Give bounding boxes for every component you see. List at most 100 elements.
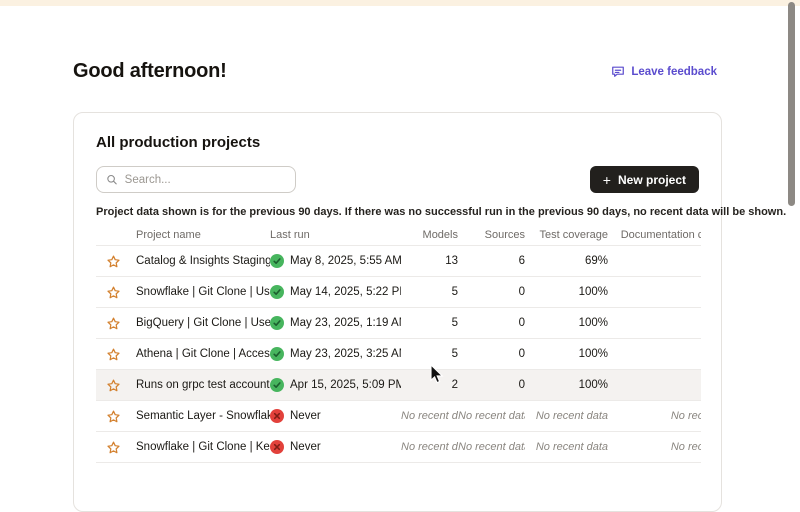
- environment-banner: [0, 0, 800, 6]
- project-name-cell: Snowflake | Git Clone | Use...: [136, 286, 270, 298]
- search-icon: [106, 173, 118, 186]
- plus-icon: +: [603, 173, 611, 187]
- header-sources: Sources: [458, 229, 525, 241]
- last-run-cell: May 23, 2025, 3:25 AM BST: [270, 347, 401, 361]
- toolbar: + New project: [96, 166, 699, 193]
- leave-feedback-link[interactable]: Leave feedback: [611, 65, 717, 79]
- models-cell: 5: [401, 286, 458, 298]
- sources-cell: 6: [458, 255, 525, 267]
- models-cell: No recent data: [401, 441, 458, 453]
- last-run-cell: May 14, 2025, 5:22 PM BST: [270, 285, 401, 299]
- sources-cell: 0: [458, 286, 525, 298]
- feedback-icon: [611, 65, 625, 79]
- project-name-cell: BigQuery | Git Clone | User...: [136, 317, 270, 329]
- last-run-text: May 23, 2025, 1:19 AM BST: [290, 317, 401, 329]
- models-cell: 13: [401, 255, 458, 267]
- project-name-link[interactable]: Semantic Layer - Snowflake: [136, 410, 270, 422]
- project-name-cell: Snowflake | Git Clone | Key...: [136, 441, 270, 453]
- new-project-label: New project: [618, 173, 686, 187]
- table-row[interactable]: Runs on grpc test account Apr 15, 2025, 5…: [96, 370, 701, 401]
- favorite-star-button[interactable]: [96, 316, 136, 331]
- test-coverage-cell: 100%: [525, 379, 608, 391]
- favorite-star-button[interactable]: [96, 378, 136, 393]
- star-icon: [106, 347, 121, 362]
- table-body: Catalog & Insights Staging... May 8, 2025…: [96, 246, 701, 463]
- projects-table: Project name Last run Models Sources Tes…: [96, 228, 701, 463]
- last-run-text: May 8, 2025, 5:55 AM BST: [290, 255, 401, 267]
- test-coverage-cell: No recent data: [525, 410, 608, 422]
- last-run-text: May 14, 2025, 5:22 PM BST: [290, 286, 401, 298]
- scrollbar-thumb[interactable]: [788, 2, 795, 206]
- last-run-cell: Never: [270, 440, 401, 454]
- star-icon: [106, 285, 121, 300]
- new-project-button[interactable]: + New project: [590, 166, 699, 193]
- table-row[interactable]: Athena | Git Clone | Acces... May 23, 202…: [96, 339, 701, 370]
- page-header: Good afternoon! Leave feedback: [73, 60, 717, 83]
- sources-cell: 0: [458, 379, 525, 391]
- page-title: Good afternoon!: [73, 60, 227, 83]
- last-run-text: Never: [290, 441, 321, 453]
- last-run-cell: Never: [270, 409, 401, 423]
- success-check-icon: [270, 347, 284, 361]
- models-cell: 5: [401, 317, 458, 329]
- last-run-cell: May 23, 2025, 1:19 AM BST: [270, 316, 401, 330]
- favorite-star-button[interactable]: [96, 347, 136, 362]
- table-row[interactable]: Catalog & Insights Staging... May 8, 2025…: [96, 246, 701, 277]
- error-x-icon: [270, 409, 284, 423]
- favorite-star-button[interactable]: [96, 254, 136, 269]
- last-run-text: May 23, 2025, 3:25 AM BST: [290, 348, 401, 360]
- project-name-link[interactable]: Snowflake | Git Clone | Use...: [136, 286, 270, 298]
- search-box[interactable]: [96, 166, 296, 193]
- last-run-text: Apr 15, 2025, 5:09 PM BST: [290, 379, 401, 391]
- test-coverage-cell: 100%: [525, 286, 608, 298]
- models-cell: No recent data: [401, 410, 458, 422]
- test-coverage-cell: No recent data: [525, 441, 608, 453]
- last-run-text: Never: [290, 410, 321, 422]
- models-cell: 2: [401, 379, 458, 391]
- test-coverage-cell: 100%: [525, 348, 608, 360]
- error-x-icon: [270, 440, 284, 454]
- success-check-icon: [270, 378, 284, 392]
- header-last-run: Last run: [270, 229, 401, 241]
- table-row[interactable]: BigQuery | Git Clone | User... May 23, 20…: [96, 308, 701, 339]
- success-check-icon: [270, 285, 284, 299]
- sources-cell: No recent data: [458, 441, 525, 453]
- sources-cell: 0: [458, 348, 525, 360]
- last-run-cell: Apr 15, 2025, 5:09 PM BST: [270, 378, 401, 392]
- search-input[interactable]: [125, 174, 286, 186]
- project-name-link[interactable]: Snowflake | Git Clone | Key...: [136, 441, 270, 453]
- header-test-coverage: Test coverage: [525, 229, 608, 241]
- favorite-star-button[interactable]: [96, 440, 136, 455]
- projects-card: All production projects + New project Pr…: [73, 112, 722, 512]
- project-name-link[interactable]: Runs on grpc test account: [136, 379, 270, 391]
- table-row[interactable]: Snowflake | Git Clone | Key... Never No re…: [96, 432, 701, 463]
- test-coverage-cell: 100%: [525, 317, 608, 329]
- favorite-star-button[interactable]: [96, 409, 136, 424]
- project-name-cell: Catalog & Insights Staging...: [136, 255, 270, 267]
- star-icon: [106, 409, 121, 424]
- success-check-icon: [270, 254, 284, 268]
- project-name-cell: Runs on grpc test account: [136, 379, 270, 391]
- card-title: All production projects: [96, 134, 699, 152]
- table-row[interactable]: Semantic Layer - Snowflake Never No recent…: [96, 401, 701, 432]
- star-icon: [106, 378, 121, 393]
- table-row[interactable]: Snowflake | Git Clone | Use... May 14, 20…: [96, 277, 701, 308]
- header-documentation-coverage: Documentation coverage: [608, 229, 701, 241]
- documentation-coverage-cell: No recent data: [608, 410, 701, 422]
- star-icon: [106, 316, 121, 331]
- project-name-link[interactable]: BigQuery | Git Clone | User...: [136, 317, 270, 329]
- table-header-row: Project name Last run Models Sources Tes…: [96, 228, 701, 246]
- header-project-name: Project name: [136, 229, 270, 241]
- favorite-star-button[interactable]: [96, 285, 136, 300]
- success-check-icon: [270, 316, 284, 330]
- page-scrollbar[interactable]: [786, 0, 800, 450]
- sources-cell: 0: [458, 317, 525, 329]
- project-name-link[interactable]: Catalog & Insights Staging...: [136, 255, 270, 267]
- project-name-cell: Athena | Git Clone | Acces...: [136, 348, 270, 360]
- models-cell: 5: [401, 348, 458, 360]
- header-models: Models: [401, 229, 458, 241]
- last-run-cell: May 8, 2025, 5:55 AM BST: [270, 254, 401, 268]
- documentation-coverage-cell: No recent data: [608, 441, 701, 453]
- project-name-link[interactable]: Athena | Git Clone | Acces...: [136, 348, 270, 360]
- sources-cell: No recent data: [458, 410, 525, 422]
